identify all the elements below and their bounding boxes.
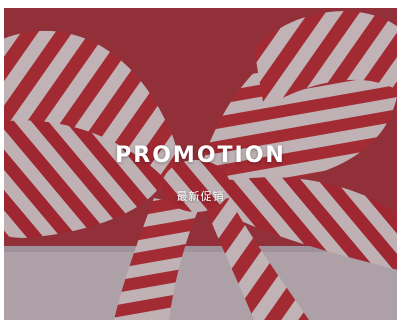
promotion-banner[interactable]: PROMOTION 最新促销 [4,8,397,320]
banner-subtitle: 最新促销 [176,190,225,203]
banner-title: PROMOTION [115,143,286,168]
